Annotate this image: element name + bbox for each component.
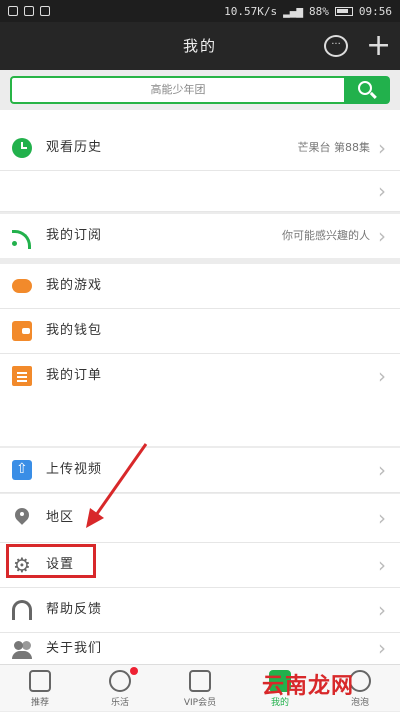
search-bar: 高能少年团 [0, 70, 400, 110]
chevron-right-icon: › [378, 636, 386, 660]
plus-icon[interactable]: + [366, 27, 391, 65]
menu-item-feedback[interactable]: 帮助反馈 › [0, 588, 400, 632]
red-arrow-annotation [86, 443, 148, 528]
menu-item-label: 帮助反馈 [46, 602, 103, 617]
people-icon [12, 639, 32, 659]
blank-row [0, 398, 400, 446]
tab-lehuo[interactable]: 乐活 [80, 665, 160, 712]
notification-badge [130, 667, 138, 675]
chevron-right-icon: › [378, 553, 386, 577]
menu-item-about[interactable]: 关于我们 › [0, 633, 400, 664]
crown-icon [189, 670, 211, 692]
menu-item-subscribe[interactable]: 我的订阅 你可能感兴趣的人 › [0, 214, 400, 258]
tab-vip[interactable]: VIP会员 [160, 665, 240, 712]
menu-item-label: 我的游戏 [46, 278, 103, 293]
star-icon [29, 670, 51, 692]
menu-item-upload[interactable]: 上传视频 › [0, 448, 400, 492]
history-thumbnails-row[interactable]: › [0, 171, 400, 211]
chevron-right-icon: › [378, 179, 386, 203]
search-icon [358, 81, 372, 95]
battery-percent: 88% [309, 4, 329, 18]
image-notification-icon [40, 6, 50, 16]
row-partial-top [0, 110, 400, 126]
chevron-right-icon: › [378, 364, 386, 388]
clock: 09:56 [358, 4, 392, 18]
chevron-right-icon: › [378, 598, 386, 622]
upload-icon [12, 460, 32, 480]
settings-highlight-box [6, 544, 96, 578]
status-bar: 10.57K/s ▂▄▆ 88% 09:56 [0, 0, 400, 22]
chevron-right-icon: › [378, 458, 386, 482]
search-button[interactable] [344, 76, 390, 104]
menu-item-label: 我的钱包 [46, 323, 103, 338]
notification-icon [8, 6, 18, 16]
chevron-right-icon: › [378, 224, 386, 248]
app-header: 我的 ··· + [0, 22, 400, 70]
gamepad-icon [12, 279, 32, 293]
battery-icon [334, 6, 353, 16]
wallet-icon [12, 321, 32, 341]
menu-item-label: 我的订阅 [46, 228, 103, 243]
subscribe-hint: 你可能感兴趣的人 [282, 229, 370, 242]
order-list-icon [12, 366, 32, 386]
chat-bubble-icon[interactable]: ··· [324, 35, 348, 57]
tab-label: VIP会员 [183, 698, 217, 708]
clock-icon [12, 138, 32, 158]
menu-item-orders[interactable]: 我的订单 › [0, 354, 400, 398]
menu-item-label: 观看历史 [46, 140, 103, 155]
divider [0, 211, 400, 212]
signal-icon: ▂▄▆ [283, 4, 303, 18]
divider [0, 492, 400, 493]
menu-item-wallet[interactable]: 我的钱包 [0, 309, 400, 353]
headset-icon [12, 600, 32, 620]
network-speed: 10.57K/s [224, 4, 278, 18]
rss-icon [12, 226, 32, 249]
history-latest: 芒果台 第88集 [297, 141, 371, 154]
tab-label: 推荐 [30, 698, 49, 708]
app-notification-icon [24, 6, 34, 16]
chevron-right-icon: › [378, 136, 386, 160]
search-input[interactable]: 高能少年团 [10, 76, 344, 104]
chevron-right-icon: › [378, 506, 386, 530]
tab-label: 乐活 [110, 698, 129, 708]
location-pin-icon [12, 508, 32, 528]
menu-item-games[interactable]: 我的游戏 [0, 264, 400, 308]
planet-icon [109, 670, 131, 692]
menu-item-label: 关于我们 [46, 641, 103, 656]
menu-item-history[interactable]: 观看历史 芒果台 第88集 › [0, 126, 400, 170]
watermark: 云南龙网 [262, 673, 355, 699]
menu-item-label: 我的订单 [46, 368, 103, 383]
tab-recommend[interactable]: 推荐 [0, 665, 80, 712]
menu-item-location[interactable]: 地区 › [0, 494, 400, 542]
menu-item-label: 地区 [46, 510, 75, 525]
